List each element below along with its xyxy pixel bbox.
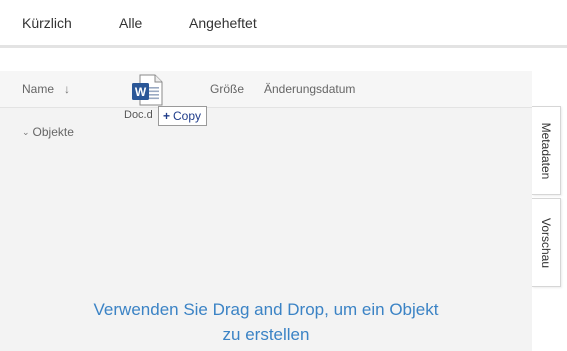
word-document-icon: W	[132, 74, 163, 106]
object-list-panel: Name ↓ Größe Änderungsdatum ⌄ Objekte Verw…	[0, 71, 532, 351]
drop-zone-hint[interactable]: Verwenden Sie Drag and Drop, um ein Obje…	[0, 297, 532, 347]
tab-recent[interactable]: Kürzlich	[22, 15, 72, 31]
group-objects-toggle[interactable]: ⌄ Objekte	[22, 125, 74, 139]
dragged-file-name: Doc.d	[124, 109, 153, 121]
metadata-side-tab-label: Metadaten	[539, 122, 553, 179]
column-date-header[interactable]: Änderungsdatum	[264, 82, 355, 96]
metadata-side-tab[interactable]: Metadaten	[532, 106, 561, 195]
top-tab-bar: Kürzlich Alle Angeheftet	[0, 0, 567, 48]
drop-hint-line-2: zu erstellen	[222, 325, 310, 344]
drop-hint-line-1: Verwenden Sie Drag and Drop, um ein Obje…	[93, 300, 439, 319]
column-name-header[interactable]: Name ↓	[22, 82, 70, 96]
tab-all[interactable]: Alle	[119, 15, 142, 31]
chevron-down-icon: ⌄	[22, 127, 30, 137]
column-size-header[interactable]: Größe	[210, 82, 244, 96]
copy-label: Copy	[173, 109, 202, 123]
preview-side-tab-label: Vorschau	[539, 217, 553, 268]
tab-pinned[interactable]: Angeheftet	[189, 15, 257, 31]
preview-side-tab[interactable]: Vorschau	[532, 198, 561, 287]
plus-icon: +	[163, 109, 171, 123]
tabs-divider	[0, 45, 567, 48]
copy-drop-badge: + Copy	[158, 106, 208, 126]
column-name-label: Name	[22, 82, 55, 96]
word-icon-letter: W	[135, 85, 147, 99]
group-objects-label: Objekte	[32, 125, 74, 139]
sort-arrow-down-icon: ↓	[64, 82, 71, 96]
column-header-row: Name ↓ Größe Änderungsdatum	[0, 71, 532, 108]
